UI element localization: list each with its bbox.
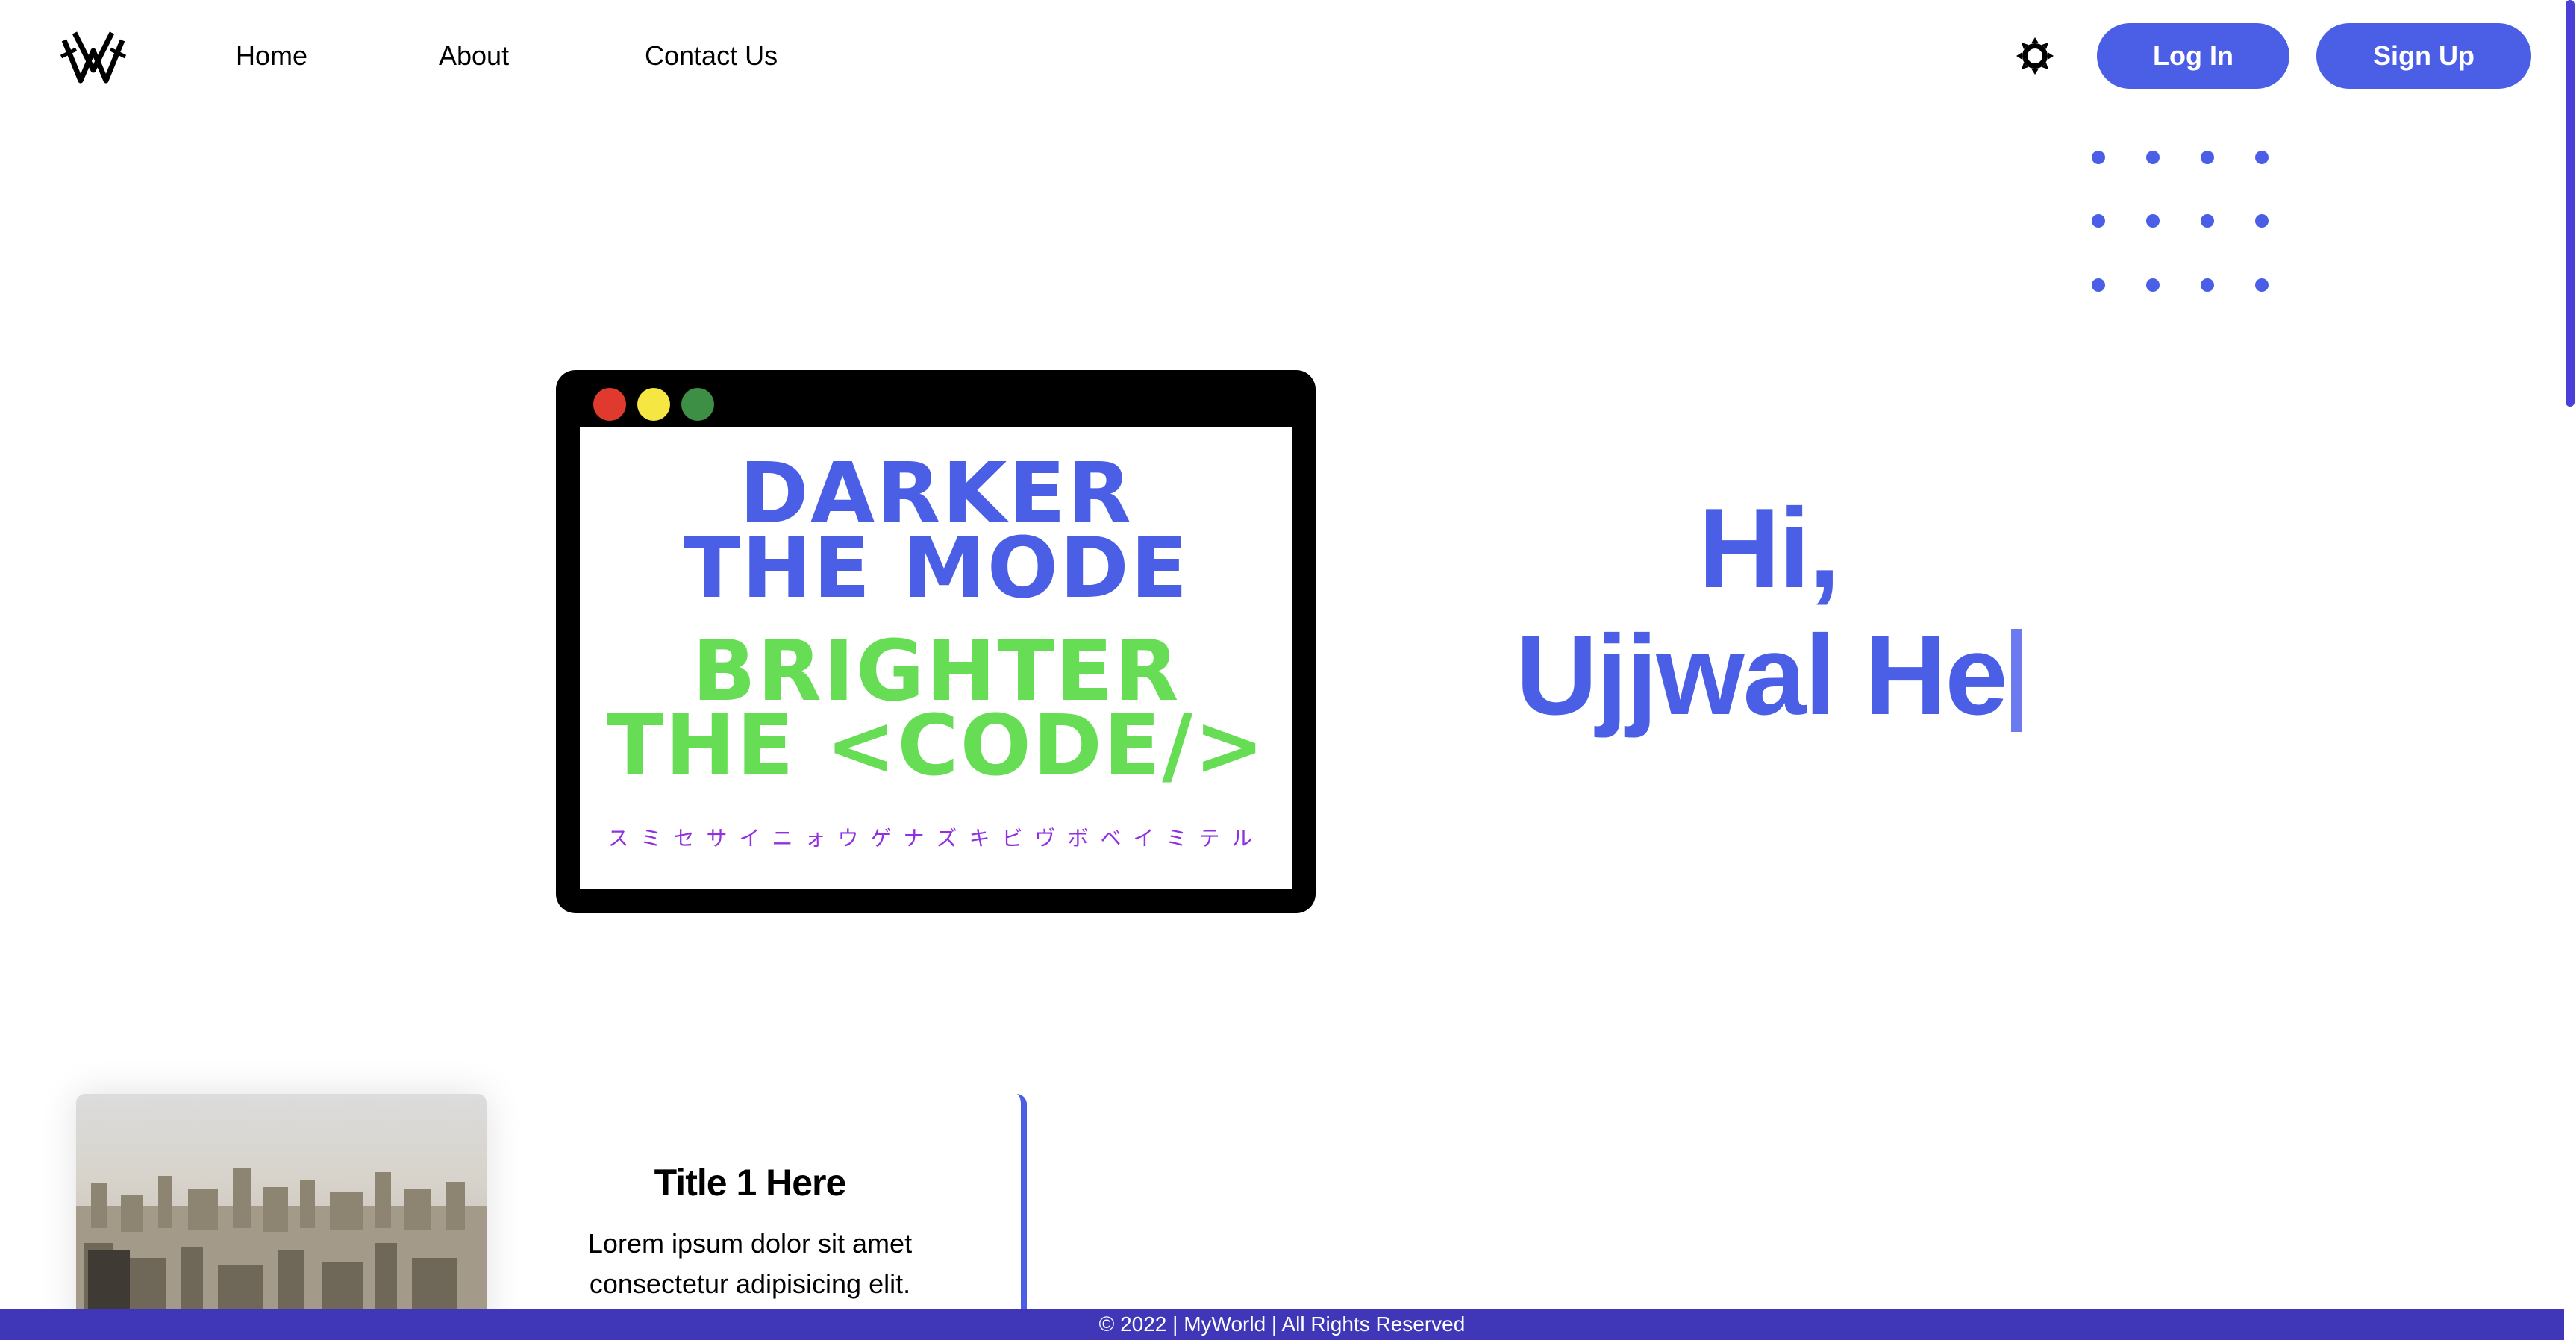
card-text: Lorem ipsum dolor sit amet consectetur a…: [587, 1228, 913, 1299]
card-title: Title 1 Here: [654, 1162, 847, 1203]
slogan-line-code: The <Code/>: [606, 698, 1266, 795]
close-dot-icon: [593, 388, 626, 421]
maximize-dot-icon: [681, 388, 714, 421]
decor-dot: [2255, 151, 2269, 164]
decor-dot: [2255, 278, 2269, 292]
browser-window-mockup: Darker The Mode Brighter The <Code/> スミセ…: [556, 370, 1316, 913]
greeting-line-hi: Hi,: [1698, 485, 1840, 612]
minimize-dot-icon: [637, 388, 670, 421]
nav-contact-us[interactable]: Contact Us: [645, 37, 778, 75]
window-screen: Darker The Mode Brighter The <Code/> スミセ…: [580, 427, 1292, 889]
scrollbar-thumb[interactable]: [2566, 0, 2575, 407]
decor-dot: [2146, 214, 2160, 228]
greeting-line-name: Ujjwal He: [1463, 612, 2075, 739]
card-image: [76, 1094, 487, 1340]
decor-dot: [2201, 214, 2214, 228]
decor-dot: [2146, 151, 2160, 164]
footer: © 2022 | MyWorld | All Rights Reserved: [0, 1309, 2564, 1340]
typing-cursor: [2010, 629, 2022, 732]
card-body: Title 1 Here Lorem ipsum dolor sit amet …: [507, 1094, 1027, 1340]
decor-dot: [2092, 214, 2105, 228]
decor-dot: [2255, 214, 2269, 228]
hero-greeting: Hi, Ujjwal He: [1463, 485, 2075, 739]
brand-logo-icon[interactable]: [60, 27, 127, 87]
login-button[interactable]: Log In: [2097, 23, 2289, 89]
slogan-dark: Darker The Mode: [580, 452, 1292, 617]
decor-dot: [2092, 278, 2105, 292]
decor-dot: [2146, 278, 2160, 292]
footer-copyright: © 2022 | MyWorld | All Rights Reserved: [1098, 1312, 1466, 1336]
decor-dot: [2201, 151, 2214, 164]
slogan-line-the-mode: The Mode: [683, 520, 1189, 617]
theme-toggle-sun-icon[interactable]: [2015, 36, 2055, 76]
slogan-bright: Brighter The <Code/>: [580, 630, 1292, 795]
nav-home[interactable]: Home: [236, 37, 307, 75]
kana-text: スミセサイニォウゲナズキビヴボベイミテル: [607, 826, 1265, 851]
decor-dot: [2092, 151, 2105, 164]
decor-dot: [2201, 278, 2214, 292]
nav-about[interactable]: About: [439, 37, 509, 75]
typed-name: Ujjwal He: [1516, 612, 2008, 739]
signup-button[interactable]: Sign Up: [2316, 23, 2531, 89]
